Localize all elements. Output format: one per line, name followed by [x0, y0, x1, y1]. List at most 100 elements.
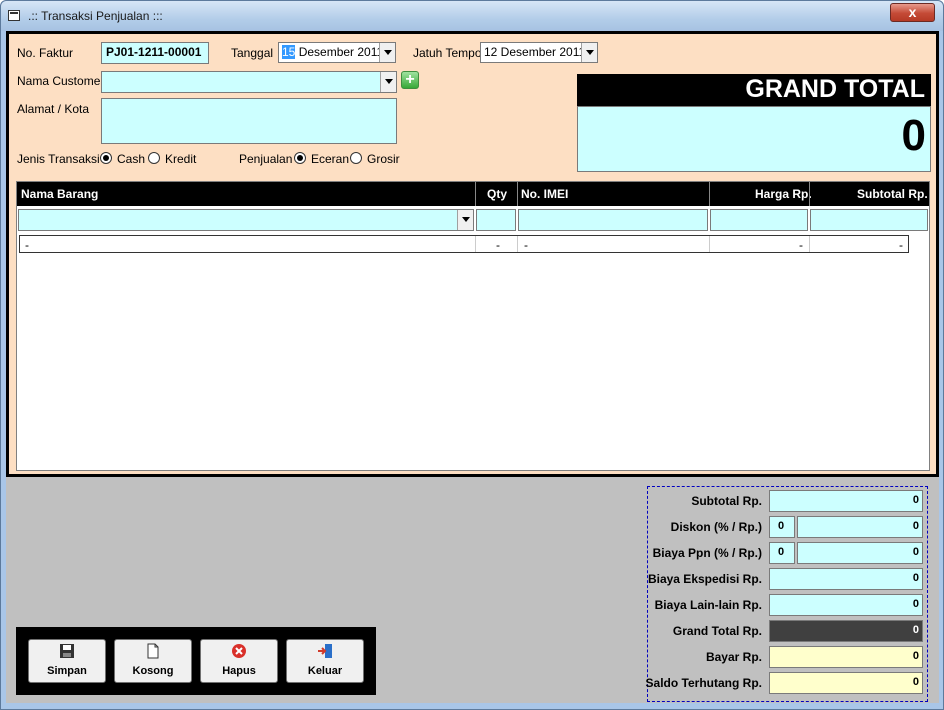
action-button-panel: Simpan Kosong Hapus Keluar [16, 627, 376, 695]
tanggal-label: Tanggal [231, 46, 274, 60]
chevron-down-icon[interactable] [581, 43, 597, 62]
radio-cash-label: Cash [117, 152, 146, 166]
chevron-down-icon[interactable] [380, 72, 396, 92]
hapus-button[interactable]: Hapus [200, 639, 278, 683]
tanggal-day: 15 [282, 45, 296, 59]
summary-panel: Subtotal Rp. 0 Diskon (% / Rp.) 0 0 Biay… [645, 486, 928, 702]
chevron-down-icon[interactable] [457, 210, 473, 230]
input-imei[interactable] [518, 209, 708, 231]
diskon-amount-field[interactable]: 0 [797, 516, 923, 538]
table-row[interactable]: - - - - - [19, 235, 909, 253]
title-bar[interactable]: .:: Transaksi Penjualan ::: x [1, 1, 943, 31]
lain-lain-value: 0 [912, 598, 919, 610]
tanggal-value: 15 Desember 2011 [282, 45, 383, 59]
alamat-field[interactable] [101, 98, 397, 144]
simpan-button[interactable]: Simpan [28, 639, 106, 683]
ppn-label: Biaya Ppn (% / Rp.) [652, 546, 762, 560]
keluar-label: Keluar [307, 665, 343, 677]
penjualan-label: Penjualan [239, 152, 293, 166]
cell-divider [517, 236, 518, 252]
saldo-field: 0 [769, 672, 923, 694]
jatuh-tempo-picker[interactable]: 12 Desember 2011 [480, 42, 598, 63]
grand-total-sum-value: 0 [912, 624, 919, 636]
add-customer-button[interactable]: + [401, 71, 419, 89]
no-faktur-label: No. Faktur [17, 46, 74, 60]
app-window: .:: Transaksi Penjualan ::: x No. Faktur… [0, 0, 944, 710]
items-grid[interactable]: Nama Barang Qty No. IMEI Harga Rp. Subto… [16, 181, 930, 471]
bayar-field[interactable]: 0 [769, 646, 923, 668]
alamat-label: Alamat / Kota [17, 102, 90, 116]
radio-eceran-label: Eceran [311, 152, 350, 166]
radio-cash[interactable] [100, 152, 112, 164]
input-nama-barang[interactable] [18, 209, 474, 231]
keluar-button[interactable]: Keluar [286, 639, 364, 683]
subtotal-field: 0 [769, 490, 923, 512]
jatuh-tempo-label: Jatuh Tempo [413, 46, 482, 60]
cell-subtotal: - [899, 238, 903, 252]
ekspedisi-value: 0 [912, 572, 919, 584]
no-faktur-value: PJ01-1211-00001 [106, 45, 202, 59]
transaction-form: No. Faktur PJ01-1211-00001 Tanggal 15 De… [9, 34, 936, 474]
grand-total-sum-label: Grand Total Rp. [672, 624, 762, 638]
radio-eceran[interactable] [294, 152, 306, 164]
hapus-label: Hapus [222, 665, 256, 677]
ppn-percent-field[interactable]: 0 [769, 542, 795, 564]
grand-total-value: 0 [901, 111, 926, 160]
col-harga: Harga Rp. [755, 187, 812, 201]
ppn-amount-field[interactable]: 0 [797, 542, 923, 564]
cell-divider [475, 236, 476, 252]
diskon-label: Diskon (% / Rp.) [670, 520, 762, 534]
diskon-amount-value: 0 [912, 520, 919, 532]
grid-header: Nama Barang Qty No. IMEI Harga Rp. Subto… [17, 182, 929, 206]
input-harga[interactable] [710, 209, 808, 231]
input-qty[interactable] [476, 209, 516, 231]
lain-lain-field[interactable]: 0 [769, 594, 923, 616]
kosong-button[interactable]: Kosong [114, 639, 192, 683]
bayar-label: Bayar Rp. [705, 650, 762, 664]
grand-total-title: GRAND TOTAL [745, 75, 925, 103]
diskon-percent-value: 0 [778, 520, 785, 532]
ekspedisi-field[interactable]: 0 [769, 568, 923, 590]
subtotal-value: 0 [912, 494, 919, 506]
nama-customer-select[interactable] [101, 71, 397, 93]
jatuh-tempo-value: 12 Desember 2011 [484, 45, 586, 59]
radio-kredit-label: Kredit [165, 152, 197, 166]
window-icon [8, 10, 20, 21]
grand-total-header: GRAND TOTAL [577, 74, 931, 106]
ppn-amount-value: 0 [912, 546, 919, 558]
cell-qty: - [496, 238, 500, 252]
ppn-percent-value: 0 [778, 546, 785, 558]
cell-imei: - [524, 238, 528, 252]
diskon-percent-field[interactable]: 0 [769, 516, 795, 538]
col-divider [709, 182, 710, 206]
col-nama-barang: Nama Barang [21, 187, 99, 201]
radio-grosir-label: Grosir [367, 152, 400, 166]
col-divider [809, 182, 810, 206]
client-area: No. Faktur PJ01-1211-00001 Tanggal 15 De… [6, 31, 939, 703]
jenis-transaksi-label: Jenis Transaksi [17, 152, 100, 166]
col-divider [475, 182, 476, 206]
col-divider [517, 182, 518, 206]
col-subtotal: Subtotal Rp. [857, 187, 928, 201]
kosong-label: Kosong [132, 665, 174, 677]
grand-total-display: 0 [577, 106, 931, 172]
delete-icon [232, 644, 246, 658]
nama-customer-label: Nama Customer [17, 74, 105, 88]
radio-grosir[interactable] [350, 152, 362, 164]
saldo-value: 0 [912, 676, 919, 688]
no-faktur-field[interactable]: PJ01-1211-00001 [101, 42, 209, 64]
saldo-label: Saldo Terhutang Rp. [645, 676, 762, 690]
cell-harga: - [799, 238, 803, 252]
close-button[interactable]: x [890, 3, 935, 22]
radio-kredit[interactable] [148, 152, 160, 164]
input-subtotal[interactable] [810, 209, 928, 231]
cell-divider [809, 236, 810, 252]
save-icon [60, 644, 74, 658]
transaction-panel: No. Faktur PJ01-1211-00001 Tanggal 15 De… [6, 31, 939, 477]
exit-door-icon [318, 644, 332, 658]
chevron-down-icon[interactable] [379, 43, 395, 62]
window-title: .:: Transaksi Penjualan ::: [28, 9, 163, 23]
new-document-icon [147, 643, 159, 659]
tanggal-picker[interactable]: 15 Desember 2011 [278, 42, 396, 63]
col-qty: Qty [487, 187, 508, 201]
